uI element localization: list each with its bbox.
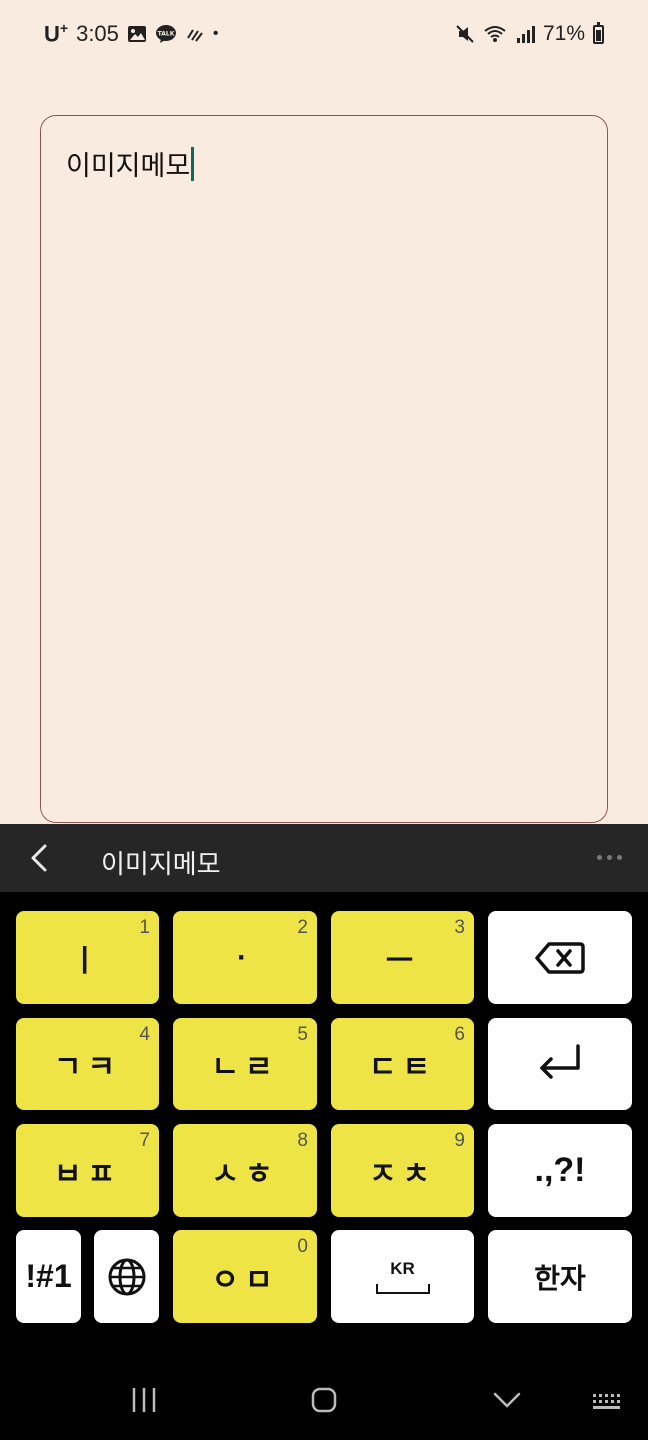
battery-icon — [593, 21, 604, 44]
keyboard: ㅣ 1 · 2 ㅡ 3 ㄱㅋ 4 ㄴㄹ 5 ㄷㅌ 6 ㅂㅍ 7 ㅅㅎ 8 ㅈㅊ … — [0, 892, 648, 1440]
key-number: 7 — [139, 1130, 150, 1151]
key-vowel-dot[interactable]: · 2 — [173, 911, 317, 1004]
carrier-plus: + — [59, 20, 69, 37]
battery-percent: 71% — [542, 22, 585, 45]
key-label: ㅅㅎ — [211, 1157, 279, 1191]
globe-icon — [108, 1258, 145, 1295]
enter-icon — [540, 1044, 580, 1079]
key-number: 4 — [139, 1024, 150, 1045]
key-label: · — [237, 940, 253, 974]
more-options-icon[interactable] — [597, 855, 622, 860]
key-number: 3 — [454, 917, 465, 938]
key-consonant-j-ch[interactable]: ㅈㅊ 9 — [331, 1124, 474, 1217]
weather-icon — [187, 29, 203, 42]
key-consonant-g-k[interactable]: ㄱㅋ 4 — [16, 1018, 159, 1110]
carrier-name: U — [44, 21, 60, 47]
space-key-content: KR — [375, 1259, 430, 1294]
kakaotalk-icon: TALK — [155, 25, 176, 43]
key-consonant-ng-m[interactable]: ㅇㅁ 0 — [173, 1230, 317, 1323]
key-label: !#1 — [25, 1258, 72, 1294]
key-number: 0 — [297, 1236, 308, 1257]
key-label: ㄷㅌ — [368, 1051, 437, 1084]
mute-icon — [456, 25, 474, 43]
key-label: ㅣ — [70, 944, 105, 978]
key-consonant-s-h[interactable]: ㅅㅎ 8 — [173, 1124, 317, 1217]
suggestion-word[interactable]: 이미지메모 — [101, 844, 221, 881]
status-right: 71% — [455, 18, 604, 50]
key-number: 5 — [297, 1024, 308, 1045]
keyboard-switch-icon[interactable] — [591, 1384, 623, 1416]
hide-keyboard-chevron-icon[interactable] — [492, 1384, 522, 1416]
carrier-label: U+ — [44, 20, 68, 47]
key-number: 8 — [297, 1130, 308, 1151]
clock: 3:05 — [76, 21, 119, 46]
gallery-icon — [127, 26, 146, 42]
signal-icon — [516, 26, 535, 43]
symbols-key[interactable]: !#1 — [16, 1230, 81, 1323]
key-vowel-eu[interactable]: ㅡ 3 — [331, 911, 474, 1004]
punctuation-key[interactable]: .,?! — [488, 1124, 632, 1217]
key-consonant-n-r[interactable]: ㄴㄹ 5 — [173, 1018, 317, 1110]
home-icon[interactable] — [310, 1384, 338, 1416]
key-consonant-b-p[interactable]: ㅂㅍ 7 — [16, 1124, 159, 1217]
notification-dot: • — [212, 25, 219, 42]
language-key[interactable] — [94, 1230, 159, 1323]
wifi-icon — [484, 26, 506, 42]
status-bar: U+ 3:05 TALK • 71% — [0, 0, 648, 68]
key-number: 9 — [454, 1130, 465, 1151]
backspace-key[interactable] — [488, 911, 632, 1004]
key-label: ㄴㄹ — [211, 1051, 279, 1084]
backspace-icon — [535, 941, 585, 974]
memo-text: 이미지메모 — [66, 151, 191, 181]
key-label: ㄱㅋ — [53, 1051, 122, 1084]
back-chevron-icon[interactable] — [28, 844, 52, 872]
key-number: 2 — [297, 917, 308, 938]
recent-apps-icon[interactable] — [130, 1384, 158, 1416]
space-icon — [375, 1284, 430, 1294]
memo-editor[interactable]: 이미지메모 — [40, 115, 608, 823]
navigation-bar — [0, 1366, 648, 1440]
key-label: ㅡ — [385, 944, 420, 978]
space-key[interactable]: KR — [331, 1230, 474, 1323]
keyboard-suggestion-bar: 이미지메모 — [0, 824, 648, 892]
text-cursor — [191, 147, 195, 181]
key-label: ㅇㅁ — [211, 1263, 279, 1297]
key-label: ㅈㅊ — [368, 1157, 437, 1191]
status-left: U+ 3:05 TALK • — [44, 18, 219, 50]
key-label: .,?! — [534, 1151, 586, 1189]
svg-text:TALK: TALK — [158, 31, 175, 38]
key-label: ㅂㅍ — [53, 1157, 122, 1191]
enter-key[interactable] — [488, 1018, 632, 1110]
key-number: 1 — [139, 917, 150, 938]
key-vowel-i[interactable]: ㅣ 1 — [16, 911, 159, 1004]
key-consonant-d-t[interactable]: ㄷㅌ 6 — [331, 1018, 474, 1110]
hanja-key[interactable]: 한자 — [488, 1230, 632, 1323]
space-language-label: KR — [390, 1259, 415, 1278]
key-label: 한자 — [534, 1262, 586, 1294]
key-number: 6 — [454, 1024, 465, 1045]
memo-text-line[interactable]: 이미지메모 — [66, 144, 195, 183]
